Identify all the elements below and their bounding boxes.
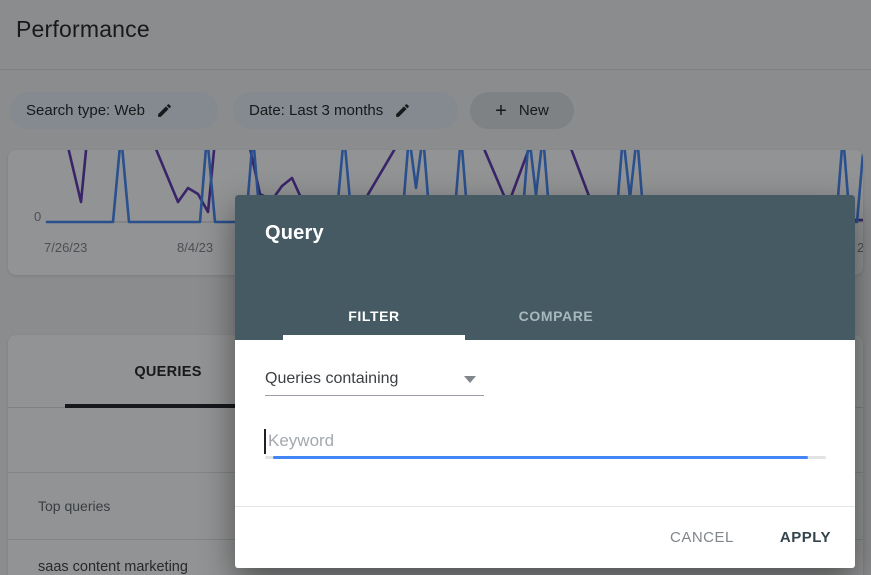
dialog-tabs: FILTER COMPARE bbox=[283, 292, 647, 340]
tab-filter[interactable]: FILTER bbox=[283, 292, 465, 340]
apply-button[interactable]: APPLY bbox=[780, 529, 831, 546]
cancel-button[interactable]: CANCEL bbox=[670, 529, 734, 546]
tab-compare[interactable]: COMPARE bbox=[465, 292, 647, 340]
dialog-header: Query FILTER COMPARE bbox=[235, 195, 855, 340]
dialog-actions: CANCEL APPLY bbox=[235, 507, 855, 568]
keyword-input[interactable] bbox=[263, 425, 829, 457]
keyword-field-wrap bbox=[263, 425, 829, 457]
keyword-underline-track bbox=[265, 456, 826, 459]
dropdown-arrow-icon bbox=[464, 375, 476, 383]
query-filter-dialog: Query FILTER COMPARE Queries containing … bbox=[235, 195, 855, 568]
text-cursor bbox=[264, 429, 266, 454]
dialog-title: Query bbox=[265, 222, 324, 244]
condition-select-value: Queries containing bbox=[265, 370, 399, 387]
condition-select[interactable]: Queries containing bbox=[265, 363, 484, 396]
keyword-underline-accent bbox=[273, 456, 808, 459]
dialog-active-tab-indicator bbox=[283, 335, 465, 340]
